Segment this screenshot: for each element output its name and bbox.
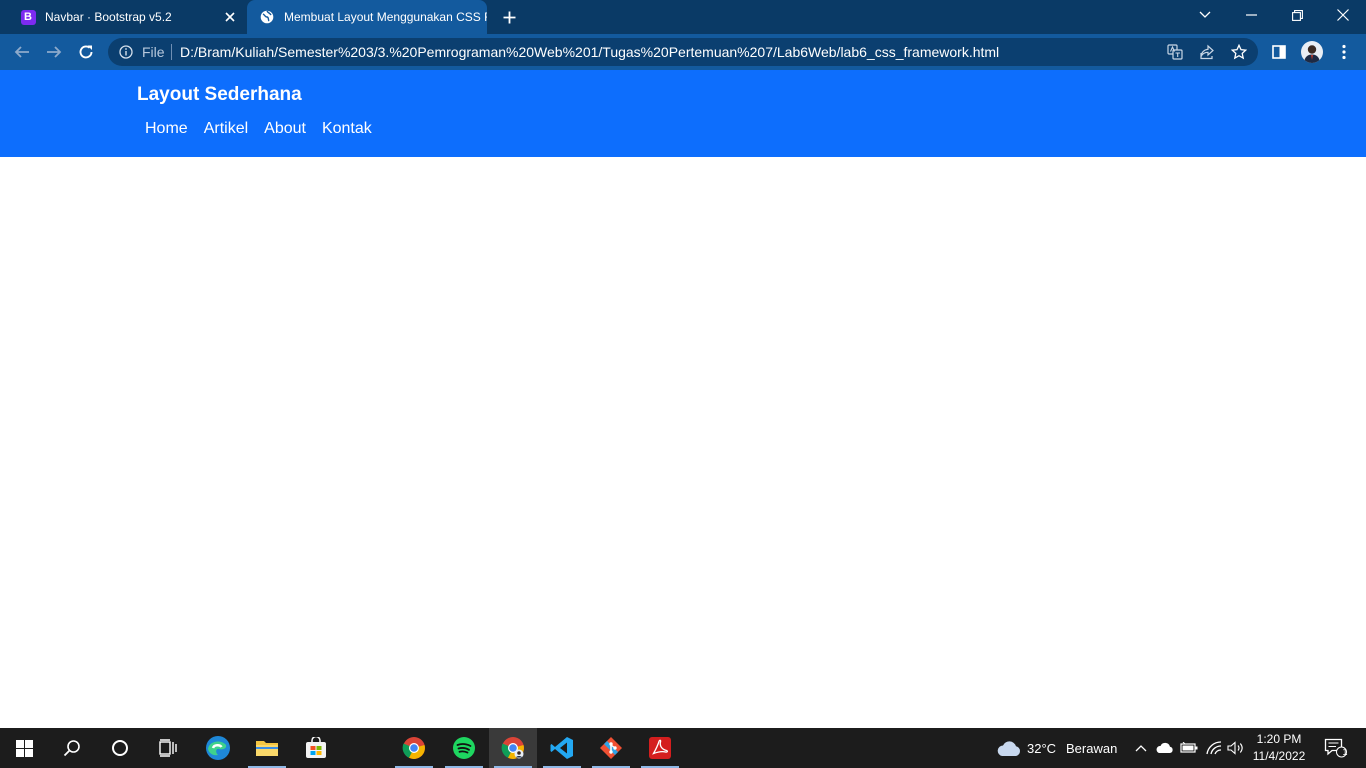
forward-icon[interactable] [43,41,65,63]
close-tab-icon[interactable] [220,7,240,27]
search-icon[interactable] [48,728,96,768]
acrobat-icon[interactable] [636,728,684,768]
minimize-button[interactable] [1228,0,1274,30]
nav-link-home[interactable]: Home [137,120,196,138]
git-icon[interactable] [587,728,635,768]
navbar-links: Home Artikel About Kontak [137,120,380,138]
nav-link-artikel[interactable]: Artikel [196,120,256,138]
tab-navbar-bootstrap[interactable]: B Navbar · Bootstrap v5.2 [8,0,246,34]
tab-search-icon[interactable] [1182,0,1228,30]
weather-temperature[interactable]: 32°C [1027,741,1056,756]
globe-icon [259,9,275,25]
edge-icon[interactable] [194,728,242,768]
tab-title: Navbar · Bootstrap v5.2 [45,10,172,24]
chrome-profile-icon[interactable] [489,728,537,768]
wifi-icon[interactable] [1205,739,1223,757]
url-text[interactable]: D:/Bram/Kuliah/Semester%203/3.%20Pemrogr… [180,44,999,60]
store-icon[interactable] [292,728,340,768]
chrome-icon[interactable] [390,728,438,768]
windows-taskbar: 32°C Berawan 1:20 PM 11/4/2022 1 [0,728,1366,768]
bootstrap-icon: B [20,9,36,25]
weather-cloud-icon[interactable] [996,739,1022,757]
volume-icon[interactable] [1227,739,1245,757]
tab-membuat-layout[interactable]: Membuat Layout Menggunakan CSS Framework [247,0,487,34]
clock-time: 1:20 PM [1256,732,1302,746]
battery-icon[interactable] [1180,739,1198,757]
nav-link-about[interactable]: About [256,120,314,138]
chevron-up-icon[interactable] [1132,739,1150,757]
system-clock[interactable]: 1:20 PM 11/4/2022 [1250,731,1308,765]
file-explorer-icon[interactable] [243,728,291,768]
profile-avatar[interactable] [1301,41,1323,63]
share-icon[interactable] [1198,43,1216,61]
browser-toolbar: File D:/Bram/Kuliah/Semester%203/3.%20Pe… [0,34,1366,70]
cortana-icon[interactable] [96,728,144,768]
translate-icon[interactable] [1166,43,1184,61]
reload-icon[interactable] [75,41,97,63]
restore-button[interactable] [1274,0,1320,30]
weather-condition[interactable]: Berawan [1066,741,1117,756]
nav-link-kontak[interactable]: Kontak [314,120,380,138]
notification-center-icon[interactable]: 1 [1323,738,1349,758]
onedrive-icon[interactable] [1155,739,1173,757]
new-tab-button[interactable] [498,7,520,27]
browser-titlebar: B Navbar · Bootstrap v5.2 Membuat Layout… [0,0,1366,34]
start-icon[interactable] [0,728,48,768]
side-panel-icon[interactable] [1268,41,1290,63]
address-bar[interactable]: File D:/Bram/Kuliah/Semester%203/3.%20Pe… [108,38,1258,66]
close-window-button[interactable] [1320,0,1366,30]
clock-date: 11/4/2022 [1252,749,1306,763]
spotify-icon[interactable] [440,728,488,768]
tab-title: Membuat Layout Menggunakan CSS Framework [284,10,487,24]
task-view-icon[interactable] [144,728,192,768]
back-icon[interactable] [11,41,33,63]
page-navbar: Layout Sederhana Home Artikel About Kont… [0,70,1366,157]
page-body [0,157,1366,728]
bookmark-star-icon[interactable] [1230,43,1248,61]
info-icon[interactable] [118,44,134,60]
omnibox-divider [171,44,172,60]
notification-count: 1 [1342,747,1348,757]
scheme-label: File [142,44,165,60]
vscode-icon[interactable] [538,728,586,768]
menu-kebab-icon[interactable] [1333,41,1355,63]
navbar-brand[interactable]: Layout Sederhana [137,84,302,106]
